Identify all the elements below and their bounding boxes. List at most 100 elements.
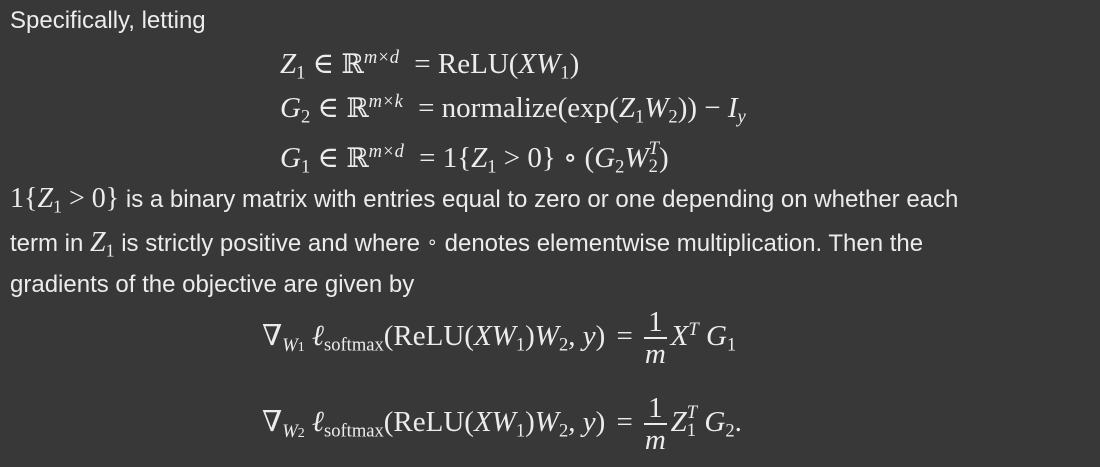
equals-sign: = [418, 92, 435, 124]
indicator-text: 1{ [10, 183, 38, 214]
subscript: 1 [560, 62, 570, 84]
equation-z1-definition: Z1 ∈ ℝm×d = ReLU(XW1) [280, 44, 579, 85]
fraction-numerator: 1 [644, 307, 667, 340]
nabla-symbol: ∇ [262, 320, 283, 352]
subscript: 1 [726, 334, 737, 356]
subscript: softmax [324, 334, 384, 356]
subscript: W [282, 420, 298, 442]
explanation-line-2: term in Z1 is strictly positive and wher… [10, 227, 924, 261]
subscript: 1 [487, 156, 497, 178]
function-text: normalize(exp( [441, 92, 619, 124]
indicator-text: 1{ [442, 142, 472, 174]
fraction: 1m [644, 307, 667, 369]
subscript: 1 [53, 196, 62, 217]
symbol: W [534, 406, 559, 438]
symbol: I [727, 92, 738, 124]
equals-sign: = [419, 142, 436, 174]
subscript: 2 [725, 420, 735, 442]
symbol: X [670, 320, 689, 352]
indicator-text: > 0} [61, 183, 120, 214]
paren: ) [569, 48, 580, 80]
symbol: XW [518, 48, 561, 80]
paren: ) [525, 406, 535, 438]
reals-symbol: ℝ [346, 143, 369, 174]
symbol: Z [471, 142, 488, 174]
paragraph-text: term in [10, 230, 91, 257]
equation-gradient-w1: ∇W1 ℓsoftmax(ReLU(XW1)W2, y) = 1 m XT G1 [262, 304, 736, 369]
paren: ) [658, 142, 669, 174]
symbol: G [280, 92, 301, 124]
subscript: 1 [515, 420, 526, 442]
equals-sign: = [414, 48, 431, 80]
equation-gradient-w2: ∇W2 ℓsoftmax(ReLU(XW1)W2, y) = 1mZT1 G2. [262, 390, 742, 455]
fraction-denominator: m [644, 424, 666, 457]
symbol: W [534, 320, 559, 352]
symbol: G [280, 142, 301, 174]
subscript: W [282, 334, 298, 356]
operator-text: > 0} ∘ ( [496, 142, 595, 174]
subscript: 1 [686, 420, 697, 442]
superscript: m×d [363, 46, 400, 68]
symbol: G [705, 320, 727, 352]
subscript: 1 [300, 156, 311, 178]
symbol: W [644, 92, 669, 124]
paragraph-text: denotes elementwise multiplication. Then… [437, 230, 924, 257]
comma: , [568, 406, 583, 438]
subscript: 2 [300, 106, 311, 128]
symbol: Z [618, 92, 635, 124]
paren: ) [595, 406, 606, 438]
fraction-denominator: m [644, 338, 666, 371]
nabla-symbol: ∇ [262, 406, 283, 438]
subscript: 1 [105, 240, 115, 261]
paren: ) [595, 320, 606, 352]
subscript: 2 [558, 334, 569, 356]
equals-sign: = [616, 320, 633, 352]
fraction-numerator: 1 [644, 393, 667, 426]
superscript: m×d [368, 140, 404, 162]
loss-symbol: ℓ [311, 406, 324, 438]
element-of-symbol: ∈ [312, 48, 335, 80]
subscript: softmax [324, 420, 384, 442]
reals-symbol: ℝ [346, 93, 369, 124]
symbol: Z [90, 227, 106, 258]
subscript: 2 [297, 425, 305, 441]
function-text: (ReLU( [383, 406, 474, 438]
symbol: G [594, 142, 616, 174]
paragraph-text: is strictly positive and where [114, 230, 427, 257]
reals-symbol: ℝ [341, 49, 364, 80]
symbol: Z [37, 183, 54, 214]
superscript: m×k [368, 90, 403, 112]
element-of-symbol: ∈ [317, 92, 339, 124]
paren: ) [525, 320, 535, 352]
fraction: 1m [644, 393, 667, 455]
symbol: y [582, 406, 596, 438]
symbol: G [704, 406, 726, 438]
elementwise-operator-symbol: ∘ [426, 232, 438, 253]
function-text: (ReLU( [383, 320, 474, 352]
symbol: Z [280, 48, 297, 80]
equation-g1-definition: G1 ∈ ℝm×d = 1{Z1 > 0} ∘ (G2W T 2) [280, 138, 669, 179]
symbol: y [582, 320, 596, 352]
superscript: T [688, 318, 699, 340]
explanation-line-1: 1{Z1 > 0} is a binary matrix with entrie… [10, 183, 959, 217]
paragraph-text: is a binary matrix with entries equal to… [119, 186, 959, 213]
operator-text: )) − [677, 92, 721, 124]
subscript: 2 [668, 106, 678, 128]
loss-symbol: ℓ [311, 320, 324, 352]
symbol: XW [473, 406, 516, 438]
element-of-symbol: ∈ [317, 142, 339, 174]
subscript: 2 [648, 156, 658, 178]
equation-g2-definition: G2 ∈ ℝm×k = normalize(exp(Z1W2)) − Iy [280, 88, 746, 129]
intro-text: Specifically, letting [10, 7, 206, 34]
equals-sign: = [616, 406, 633, 438]
function-text: ReLU( [437, 48, 519, 80]
subscript: 1 [634, 106, 645, 128]
symbol: XW [473, 320, 516, 352]
explanation-line-3: gradients of the objective are given by [10, 271, 415, 298]
symbol: Z [670, 406, 687, 438]
punctuation: . [734, 406, 742, 438]
subscript: y [737, 106, 746, 128]
comma: , [568, 320, 583, 352]
subscript: 2 [558, 420, 569, 442]
subscript: 1 [296, 62, 306, 84]
